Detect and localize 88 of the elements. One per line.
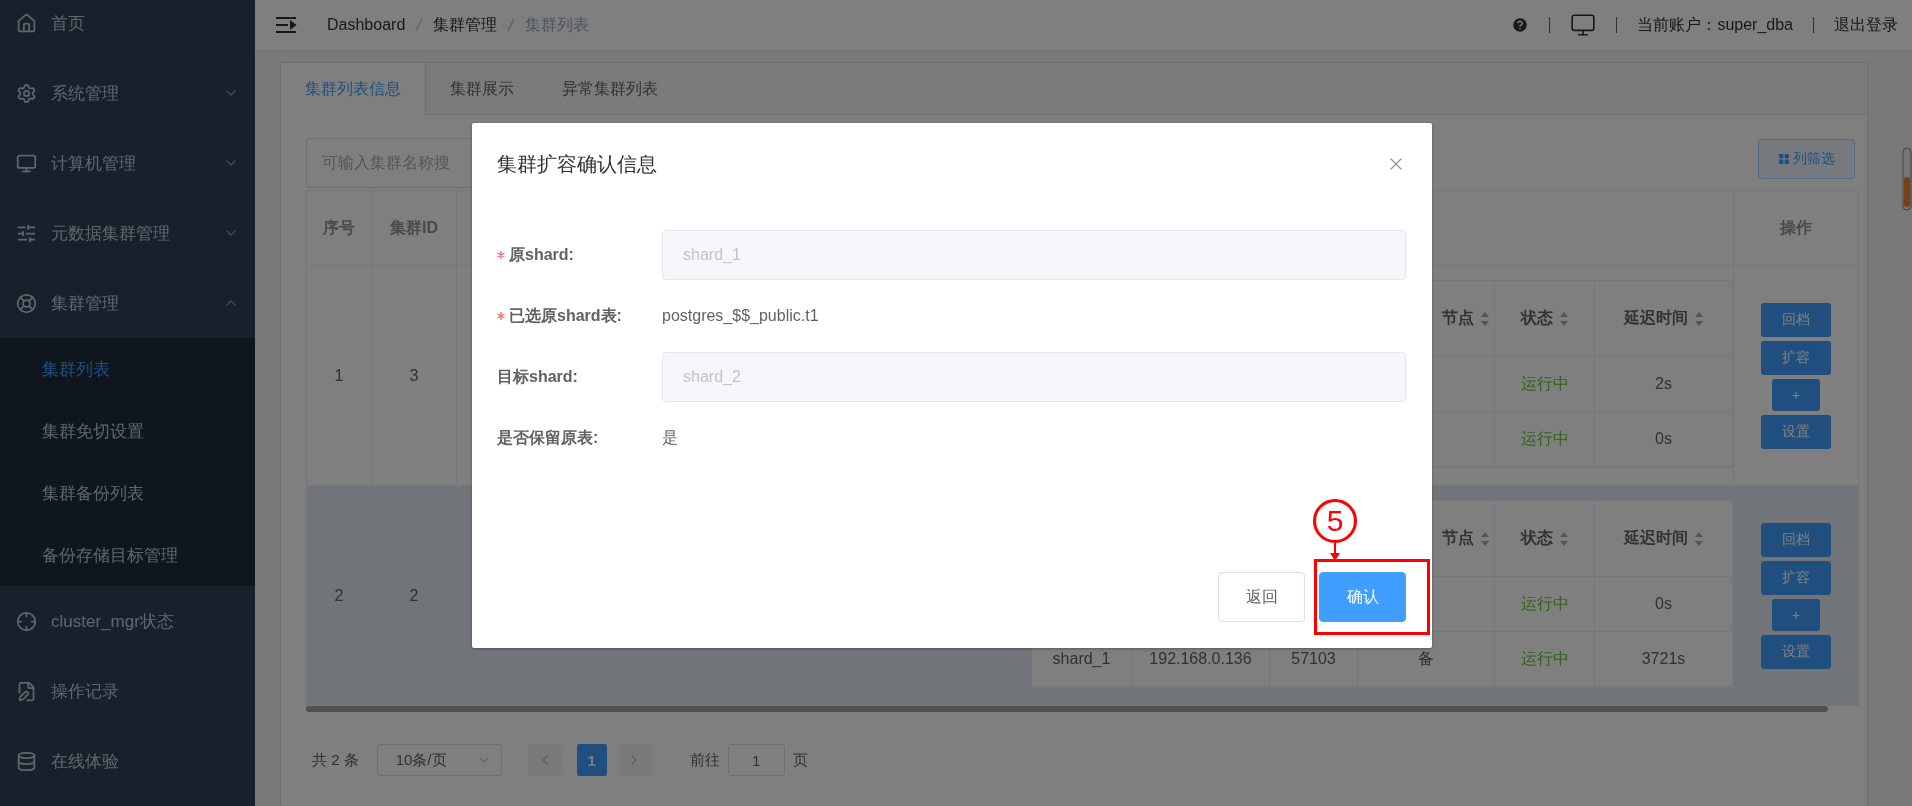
sliders-icon [16,222,37,244]
file-edit-icon [16,680,37,702]
table-cell: 2 [307,486,372,705]
monitor-icon[interactable] [1570,12,1597,38]
field-label: 是否保留原表: [497,427,599,448]
action-button[interactable]: 扩容 [1761,340,1831,375]
breadcrumb-item[interactable]: Dashboard [327,16,406,34]
sort-icon[interactable] [1693,530,1704,547]
sort-icon[interactable] [1480,530,1490,547]
action-button[interactable]: 回档 [1761,522,1831,557]
table-cell: 57103 [1291,650,1336,668]
action-button[interactable]: + [1772,378,1820,411]
action-button[interactable]: + [1772,598,1820,631]
table-cell: 2 [372,486,457,705]
field-label: 原shard: [509,244,574,265]
sidebar-item[interactable]: cluster_mgr状态 [0,586,255,656]
sidebar-item[interactable]: 元数据集群管理 [0,198,255,268]
column-header: 状态 [1520,528,1553,548]
status-text: 运行中 [1520,593,1569,614]
sidebar-item[interactable]: 集群管理 [0,268,255,338]
submenu-item[interactable]: 备份存储目标管理 [0,524,255,586]
annotation-arrow [1329,543,1341,561]
sidebar-item[interactable]: 操作记录 [0,656,255,726]
sidebar-item[interactable]: 系统管理 [0,58,255,128]
column-header: 节点 [1442,528,1474,548]
table-cell: 1 [307,266,372,485]
sort-icon[interactable] [1558,310,1569,327]
sidebar-item[interactable]: 计算机管理 [0,128,255,198]
submenu-item[interactable]: 集群列表 [0,338,255,400]
sidebar-item[interactable]: 首页 [0,0,255,58]
breadcrumb-item[interactable]: 集群管理 [433,14,498,36]
table-cell: 0s [1655,595,1672,613]
crosshair-icon [16,610,37,632]
account-label: 当前账户：super_dba [1637,14,1793,35]
column-header: 延迟时间 [1623,528,1688,548]
back-button[interactable]: 返回 [1218,572,1305,622]
action-button[interactable]: 设置 [1761,414,1831,449]
table-cell: 2s [1655,375,1672,393]
page-size-select[interactable]: 10条/页 [376,744,502,776]
logout-link[interactable]: 退出登录 [1834,14,1898,36]
table-cell: 192.168.0.136 [1149,650,1252,668]
field-value: 是 [662,427,678,448]
table-cell-text: 备 [1418,648,1434,669]
submenu-item[interactable]: 集群备份列表 [0,462,255,524]
status-text: 运行中 [1520,428,1569,449]
page-input[interactable]: 1 [727,744,785,776]
monitor-icon [16,152,37,174]
action-button[interactable]: 回档 [1761,302,1831,337]
confirm-button[interactable]: 确认 [1319,572,1406,622]
home-icon [16,12,37,34]
sort-icon[interactable] [1480,310,1490,327]
scrollbar-icon[interactable] [1902,147,1912,211]
prev-page-button[interactable] [527,744,563,776]
slash-separator-icon [415,18,424,32]
status-text: 运行中 [1520,648,1569,669]
status-text: 运行中 [1520,373,1569,394]
next-page-button[interactable] [616,744,652,776]
tab[interactable]: 集群列表信息 [281,63,426,115]
slash-separator-icon [507,18,516,32]
field-label: 目标shard: [497,366,578,387]
table-cell: 0s [1655,430,1672,448]
table-cell: 3 [372,266,457,485]
grid-icon [1778,153,1790,165]
action-button[interactable]: 扩容 [1761,560,1831,595]
sort-icon[interactable] [1693,310,1704,327]
total-count: 共 2 条 [312,750,359,770]
action-button[interactable]: 设置 [1761,634,1831,669]
submenu-item[interactable]: 集群免切设置 [0,400,255,462]
page-button[interactable]: 1 [576,744,607,776]
page-suffix: 页 [792,750,808,770]
lifebuoy-icon [16,292,37,314]
menu-icon[interactable] [275,16,297,34]
sidebar-item[interactable]: 在线体验 [0,726,255,796]
tab[interactable]: 异常集群列表 [538,63,682,115]
table-cell: 3721s [1641,650,1686,668]
field-label: 已选原shard表: [509,305,622,326]
column-filter-button[interactable]: 列筛选 [1758,139,1855,179]
database-icon [16,750,37,772]
settings-icon [16,82,37,104]
field-value: postgres_$$_public.t1 [662,307,819,325]
tab[interactable]: 集群展示 [426,63,538,115]
goto-label: 前往 [689,750,720,770]
column-header: 状态 [1520,308,1553,328]
table-cell: shard_1 [1052,650,1111,668]
help-icon[interactable] [1511,16,1530,34]
column-header: 延迟时间 [1623,308,1688,328]
column-header: 节点 [1442,308,1474,328]
sort-icon[interactable] [1558,530,1569,547]
